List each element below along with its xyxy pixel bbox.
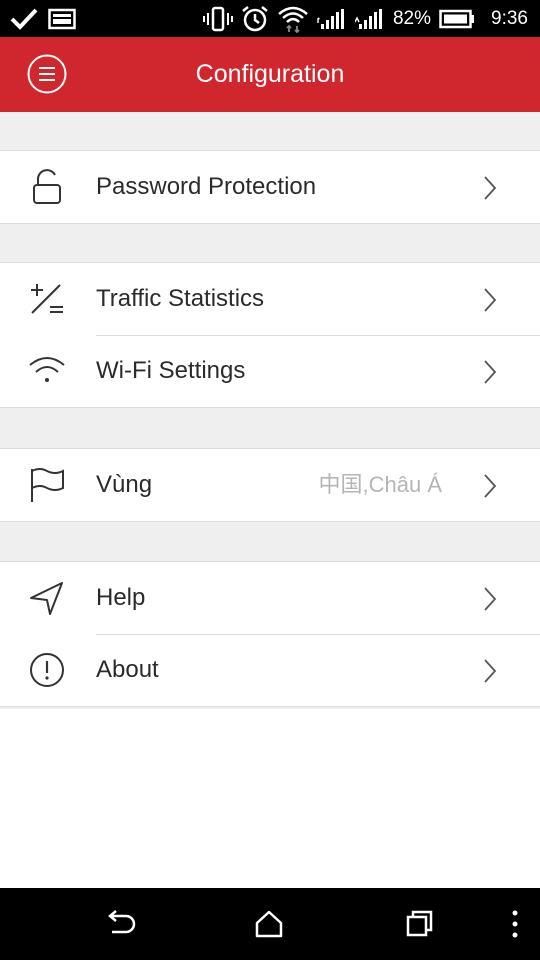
region-value: 中国,Châu Á: [318, 472, 443, 497]
app-bar: Configuration: [0, 37, 540, 112]
info-icon: [30, 653, 64, 687]
battery-percentage: 82%: [392, 7, 432, 29]
item-label: Wi-Fi Settings: [96, 357, 246, 384]
clock: 9:36: [491, 7, 528, 29]
unlock-icon: [33, 169, 61, 204]
alarm-icon: [241, 5, 269, 33]
wifi-icon: [29, 357, 65, 382]
image-icon: [48, 8, 76, 30]
home-button[interactable]: [251, 906, 287, 942]
page-title: Configuration: [195, 60, 345, 88]
signal-icon: [354, 8, 385, 30]
chevron-right-icon: [484, 176, 497, 200]
back-button[interactable]: [102, 906, 138, 942]
vibrate-icon: [202, 6, 233, 32]
wifi-icon: [277, 5, 309, 33]
more-options-button[interactable]: [500, 906, 530, 942]
check-icon: [10, 7, 38, 31]
traffic-statistics-item[interactable]: Traffic Statistics: [0, 263, 540, 335]
recents-button[interactable]: [401, 906, 437, 942]
password-protection-item[interactable]: Password Protection: [0, 151, 540, 223]
signal-icon: [317, 8, 347, 30]
home-icon: [255, 910, 283, 938]
about-item[interactable]: About: [0, 634, 540, 706]
flag-icon: [31, 468, 64, 502]
battery-icon: [439, 9, 475, 29]
plus-minus-icon: [31, 284, 63, 314]
more-icon: [512, 910, 518, 938]
item-label: Help: [96, 584, 146, 611]
chevron-right-icon: [484, 587, 497, 611]
navigation-bar: [0, 888, 540, 960]
navigation-icon: [30, 582, 63, 615]
status-bar: 82% 9:36: [0, 0, 540, 37]
chevron-right-icon: [484, 659, 497, 683]
region-item[interactable]: Vùng 中国,Châu Á: [0, 449, 540, 521]
settings-group: Traffic Statistics Wi-Fi Settings: [0, 262, 540, 408]
settings-group: Vùng 中国,Châu Á: [0, 448, 540, 522]
chevron-right-icon: [484, 360, 497, 384]
empty-area: [0, 709, 540, 888]
settings-group: Password Protection: [0, 150, 540, 224]
item-label: Vùng: [96, 471, 153, 498]
recents-icon: [406, 910, 433, 937]
item-label: About: [96, 656, 159, 683]
chevron-right-icon: [484, 474, 497, 498]
item-label: Password Protection: [96, 173, 317, 200]
help-item[interactable]: Help: [0, 562, 540, 634]
settings-group: Help About: [0, 561, 540, 707]
back-icon: [108, 910, 136, 934]
settings-list: Password Protection Traffic Statistics W…: [0, 112, 540, 888]
item-label: Traffic Statistics: [96, 285, 265, 312]
wifi-settings-item[interactable]: Wi-Fi Settings: [0, 335, 540, 407]
chevron-right-icon: [484, 288, 497, 312]
